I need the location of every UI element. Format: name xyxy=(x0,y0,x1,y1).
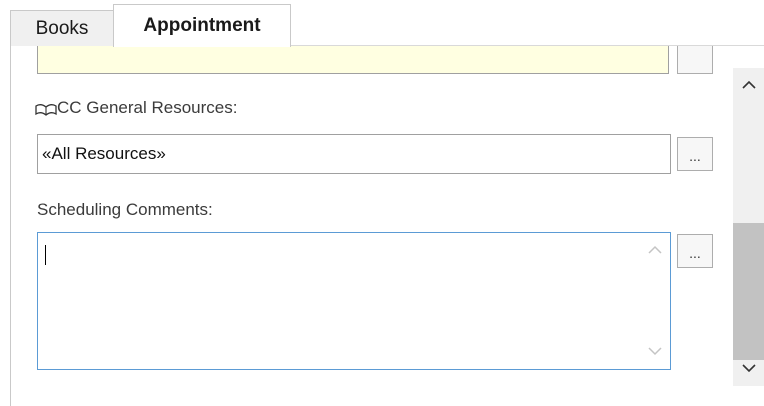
resources-label-row: CC General Resources: xyxy=(35,96,237,120)
scheduling-comments-textarea[interactable] xyxy=(37,232,671,370)
resources-label: CC General Resources: xyxy=(57,98,238,117)
tab-books[interactable]: Books xyxy=(10,10,114,46)
panel-scrollbar[interactable] xyxy=(733,68,764,386)
book-icon xyxy=(35,101,57,116)
clipped-highlight-field[interactable] xyxy=(37,46,669,74)
chevron-down-icon[interactable] xyxy=(640,339,670,363)
tab-strip: Books Appointment xyxy=(0,0,764,47)
comments-label: Scheduling Comments: xyxy=(37,200,213,219)
comments-ellipsis-button[interactable]: ... xyxy=(677,234,713,268)
comments-scrollbar[interactable] xyxy=(640,233,670,369)
resources-field[interactable]: «All Resources» xyxy=(37,134,671,174)
appointment-panel: CC General Resources: «All Resources» ..… xyxy=(10,46,764,406)
text-caret xyxy=(45,245,46,265)
chevron-up-icon[interactable] xyxy=(640,237,670,261)
scroll-up-icon[interactable] xyxy=(733,70,764,98)
scroll-down-icon[interactable] xyxy=(733,354,764,382)
tab-appointment[interactable]: Appointment xyxy=(113,4,291,47)
scrollbar-thumb[interactable] xyxy=(733,223,764,360)
clipped-ellipsis-button[interactable] xyxy=(677,46,713,74)
resources-ellipsis-button[interactable]: ... xyxy=(677,137,713,171)
tabbed-form-window: Books Appointment CC General Resources: … xyxy=(0,0,764,406)
resources-field-value: «All Resources» xyxy=(42,144,166,163)
